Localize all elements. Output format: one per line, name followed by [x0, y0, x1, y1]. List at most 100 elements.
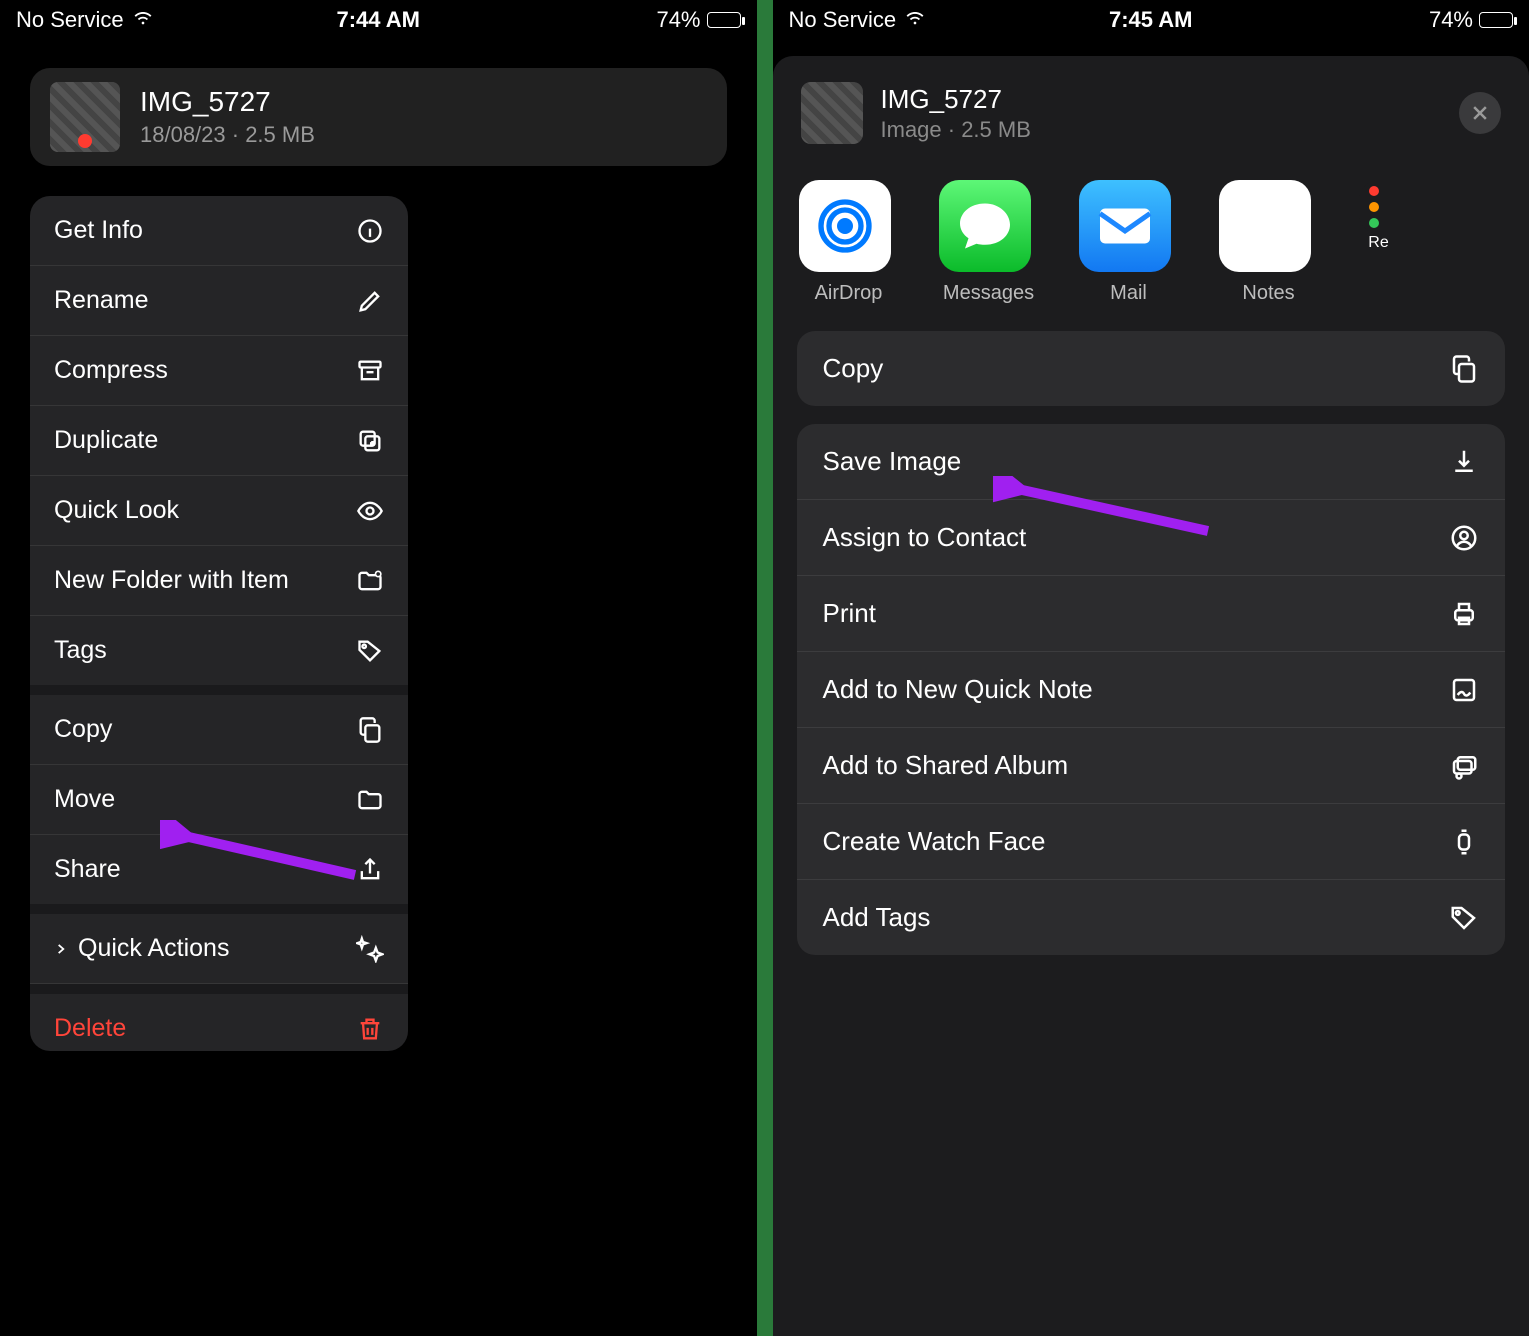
context-menu: Get Info Rename Compress Duplicate Quick Loo… [30, 196, 408, 1051]
file-meta: 18/08/23 · 2.5 MB [140, 122, 315, 148]
copy-icon [356, 716, 384, 744]
tag-icon [356, 637, 384, 665]
close-button[interactable] [1459, 92, 1501, 134]
action-label: Add to New Quick Note [823, 674, 1093, 705]
status-time: 7:45 AM [1030, 7, 1272, 33]
quick-actions-label: Quick Actions [78, 934, 229, 962]
wifi-icon [904, 6, 926, 34]
watch-icon [1449, 827, 1479, 857]
download-icon [1449, 447, 1479, 477]
app-label: Messages [939, 282, 1039, 305]
action-label: Add Tags [823, 902, 931, 933]
file-info-card: IMG_5727 18/08/23 · 2.5 MB [30, 68, 727, 166]
file-name: IMG_5727 [140, 86, 315, 118]
app-label: Re [1368, 234, 1388, 252]
share-apps-row[interactable]: AirDrop Messages Mail Notes Re [773, 162, 1529, 313]
info-icon [356, 217, 384, 245]
tag-icon [1449, 903, 1479, 933]
wifi-icon [132, 6, 154, 34]
more-icon [1359, 180, 1399, 234]
status-battery-pct: 74% [656, 7, 700, 33]
action-copy-block: Copy [797, 331, 1506, 406]
action-assign-to-contact[interactable]: Assign to Contact [797, 500, 1506, 576]
copy-label: Copy [823, 353, 884, 384]
pencil-icon [356, 287, 384, 315]
share-app-messages[interactable]: Messages [939, 180, 1039, 305]
action-create-watch-face[interactable]: Create Watch Face [797, 804, 1506, 880]
menu-item-label: Tags [54, 636, 107, 665]
folderplus-icon [356, 567, 384, 595]
eye-icon [356, 497, 384, 525]
menu-item-delete[interactable]: Delete [30, 994, 408, 1051]
file-meta: Image · 2.5 MB [881, 117, 1031, 143]
album-icon [1449, 751, 1479, 781]
person-icon [1449, 523, 1479, 553]
file-name: IMG_5727 [881, 84, 1031, 115]
menu-item-share[interactable]: Share [30, 835, 408, 904]
menu-item-label: Compress [54, 356, 168, 385]
menu-item-label: Move [54, 785, 115, 814]
menu-item-label: Get Info [54, 216, 143, 245]
menu-item-move[interactable]: Move [30, 765, 408, 835]
menu-item-copy[interactable]: Copy [30, 695, 408, 765]
phone-left: No Service 7:44 AM 74% IMG_5727 18/08/23… [0, 0, 757, 1336]
copy-icon [1449, 354, 1479, 384]
status-battery-pct: 74% [1429, 7, 1473, 33]
share-sheet: IMG_5727 Image · 2.5 MB AirDrop Messages M… [773, 56, 1529, 1336]
action-label: Print [823, 598, 876, 629]
file-thumbnail [50, 82, 120, 152]
share-header: IMG_5727 Image · 2.5 MB [773, 56, 1529, 162]
menu-item-new-folder-with-item[interactable]: New Folder with Item [30, 546, 408, 616]
menu-item-rename[interactable]: Rename [30, 266, 408, 336]
menu-item-tags[interactable]: Tags [30, 616, 408, 685]
action-label: Assign to Contact [823, 522, 1027, 553]
menu-item-label: Rename [54, 286, 149, 315]
menu-item-label: Duplicate [54, 426, 158, 455]
note-icon [1449, 675, 1479, 705]
delete-label: Delete [54, 1014, 126, 1043]
status-bar: No Service 7:44 AM 74% [0, 0, 757, 40]
menu-item-quick-look[interactable]: Quick Look [30, 476, 408, 546]
share-app-mail[interactable]: Mail [1079, 180, 1179, 305]
status-service: No Service [16, 7, 124, 33]
app-label: Notes [1219, 282, 1319, 305]
action-print[interactable]: Print [797, 576, 1506, 652]
menu-item-label: Share [54, 855, 121, 884]
action-add-tags[interactable]: Add Tags [797, 880, 1506, 955]
action-copy[interactable]: Copy [797, 331, 1506, 406]
menu-item-get-info[interactable]: Get Info [30, 196, 408, 266]
status-time: 7:44 AM [258, 7, 500, 33]
file-thumbnail [801, 82, 863, 144]
menu-item-quick-actions[interactable]: Quick Actions [30, 914, 408, 984]
trash-icon [356, 1015, 384, 1043]
action-add-to-new-quick-note[interactable]: Add to New Quick Note [797, 652, 1506, 728]
action-list-block: Save Image Assign to Contact Print Add to N… [797, 424, 1506, 955]
share-app-notes[interactable]: Notes [1219, 180, 1319, 305]
status-service: No Service [789, 7, 897, 33]
share-app-more[interactable]: Re [1359, 180, 1399, 305]
messages-icon [939, 180, 1031, 272]
menu-item-label: Quick Look [54, 496, 179, 525]
share-app-airdrop[interactable]: AirDrop [799, 180, 899, 305]
share-icon [356, 856, 384, 884]
app-label: AirDrop [799, 282, 899, 305]
duplicate-icon [356, 427, 384, 455]
sparkles-icon [356, 935, 384, 963]
battery-icon [1479, 12, 1513, 28]
action-label: Create Watch Face [823, 826, 1046, 857]
action-save-image[interactable]: Save Image [797, 424, 1506, 500]
battery-icon [707, 12, 741, 28]
archivebox-icon [356, 357, 384, 385]
action-label: Add to Shared Album [823, 750, 1069, 781]
menu-item-duplicate[interactable]: Duplicate [30, 406, 408, 476]
chevron-right-icon [54, 934, 68, 963]
airdrop-icon [799, 180, 891, 272]
menu-item-label: New Folder with Item [54, 566, 289, 595]
folder-icon [356, 786, 384, 814]
mail-icon [1079, 180, 1171, 272]
menu-item-label: Copy [54, 715, 112, 744]
menu-item-compress[interactable]: Compress [30, 336, 408, 406]
action-add-to-shared-album[interactable]: Add to Shared Album [797, 728, 1506, 804]
notes-icon [1219, 180, 1311, 272]
app-label: Mail [1079, 282, 1179, 305]
